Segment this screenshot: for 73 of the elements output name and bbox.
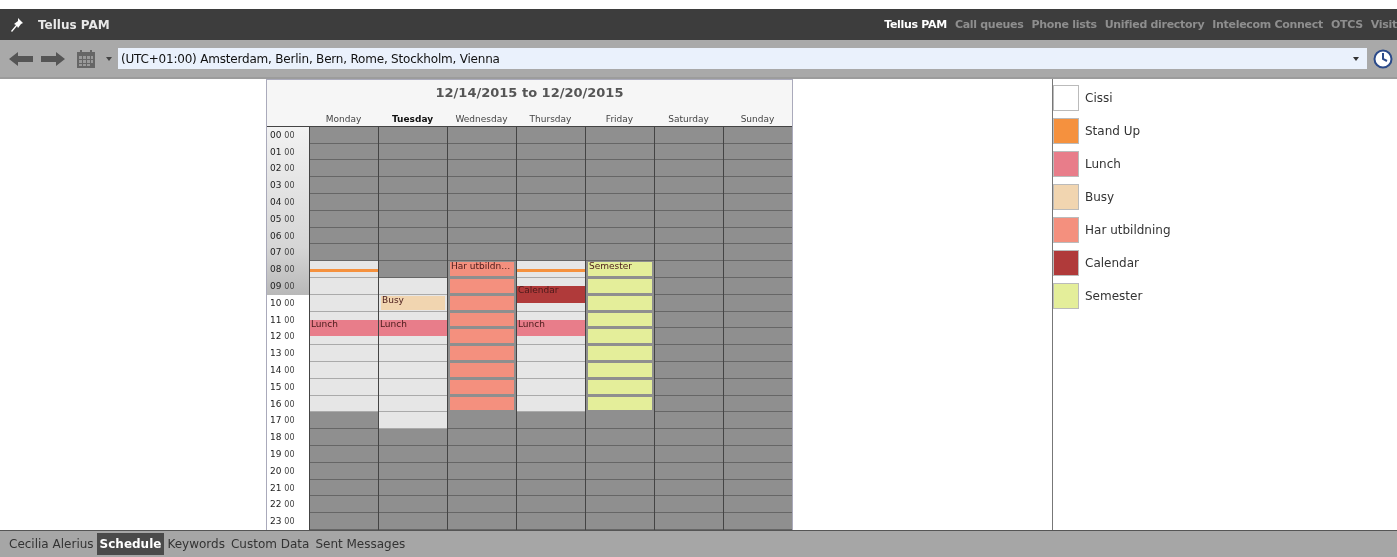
hour-label: 19 00 xyxy=(269,448,296,461)
tab[interactable]: Keywords xyxy=(164,533,228,555)
nav-link[interactable]: OTCS xyxy=(1330,18,1363,31)
week-range-title: 12/14/2015 to 12/20/2015 xyxy=(434,84,625,102)
app-title: Tellus PAM xyxy=(38,17,110,32)
hour-label: 06 00 xyxy=(269,229,296,243)
day-header: Monday xyxy=(324,113,363,124)
hour-label: 13 00 xyxy=(269,347,296,361)
hour-label: 02 00 xyxy=(269,162,296,176)
nav-link[interactable]: Call queues xyxy=(954,18,1024,31)
legend-label: Semester xyxy=(1085,288,1143,303)
timezone-dropdown[interactable]: (UTC+01:00) Amsterdam, Berlin, Bern, Rome, Stockholm, Vienna xyxy=(118,48,1367,69)
clock-icon[interactable] xyxy=(1373,48,1393,69)
legend-label: Har utbildning xyxy=(1085,222,1171,237)
nav-link[interactable]: Unified directory xyxy=(1104,18,1205,31)
tab[interactable]: Custom Data xyxy=(227,533,313,555)
nav-link[interactable]: Visit xyxy=(1370,18,1397,31)
hour-label: 07 00 xyxy=(269,246,296,260)
event-block[interactable] xyxy=(517,328,585,337)
hour-label: 23 00 xyxy=(269,515,296,529)
calendar-icon[interactable] xyxy=(76,48,96,69)
hour-label: 15 00 xyxy=(269,380,296,394)
unavailable-slot[interactable] xyxy=(310,244,378,262)
hour-label: 21 00 xyxy=(269,481,296,495)
nav-link[interactable]: Tellus PAM xyxy=(884,18,947,31)
forward-arrow-icon[interactable] xyxy=(40,50,66,67)
legend-label: Lunch xyxy=(1085,156,1121,171)
hour-label: 16 00 xyxy=(269,397,296,411)
hour-label: 22 00 xyxy=(269,498,296,512)
hour-label: 10 00 xyxy=(269,296,296,310)
legend-label: Cissi xyxy=(1085,90,1113,105)
day-header: Sunday xyxy=(739,113,776,124)
day-header: Saturday xyxy=(667,113,710,124)
event-block[interactable]: Lunch xyxy=(379,319,447,329)
caret-icon[interactable] xyxy=(1353,56,1359,61)
hour-label: 01 00 xyxy=(269,145,296,159)
hour-label: 08 00 xyxy=(269,263,296,277)
event-block[interactable] xyxy=(379,328,447,337)
hour-label: 05 00 xyxy=(269,212,296,226)
unavailable-slot[interactable] xyxy=(517,244,585,262)
day-header: Thursday xyxy=(528,113,573,124)
hour-label: 09 00 xyxy=(269,280,296,294)
back-arrow-icon[interactable] xyxy=(8,50,34,67)
hour-label: 11 00 xyxy=(269,313,296,327)
day-header: Friday xyxy=(604,113,635,124)
nav-link[interactable]: Intelecom Connect xyxy=(1212,18,1323,31)
event-block[interactable]: Busy xyxy=(381,295,445,310)
event-block[interactable] xyxy=(310,328,378,337)
hour-label: 18 00 xyxy=(269,431,296,445)
hour-label: 00 00 xyxy=(269,128,296,142)
event-block[interactable]: Lunch xyxy=(517,319,585,329)
tab[interactable]: Sent Messages xyxy=(312,533,409,555)
legend-label: Calendar xyxy=(1085,255,1139,270)
hour-label: 17 00 xyxy=(269,414,296,428)
day-header: Wednesday xyxy=(454,113,509,124)
available-slot[interactable] xyxy=(379,412,447,430)
unavailable-slot[interactable] xyxy=(379,261,447,279)
event-block[interactable]: Lunch xyxy=(310,319,378,329)
event-block[interactable]: Semester xyxy=(588,262,652,277)
legend-label: Stand Up xyxy=(1085,123,1141,138)
pin-icon[interactable] xyxy=(10,16,24,33)
legend-label: Busy xyxy=(1085,189,1115,204)
event-block[interactable]: Har utbildn… xyxy=(450,262,514,277)
hour-label: 12 00 xyxy=(269,330,296,344)
tab[interactable]: Cecilia Alerius xyxy=(6,533,97,555)
hour-label: 03 00 xyxy=(269,179,296,193)
nav-link[interactable]: Phone lists xyxy=(1031,18,1097,31)
hour-label: 04 00 xyxy=(269,196,296,210)
hour-label: 20 00 xyxy=(269,464,296,478)
day-header: Tuesday xyxy=(390,113,435,124)
tab[interactable]: Schedule xyxy=(96,533,165,555)
hour-label: 14 00 xyxy=(269,364,296,378)
event-block[interactable] xyxy=(310,269,378,273)
